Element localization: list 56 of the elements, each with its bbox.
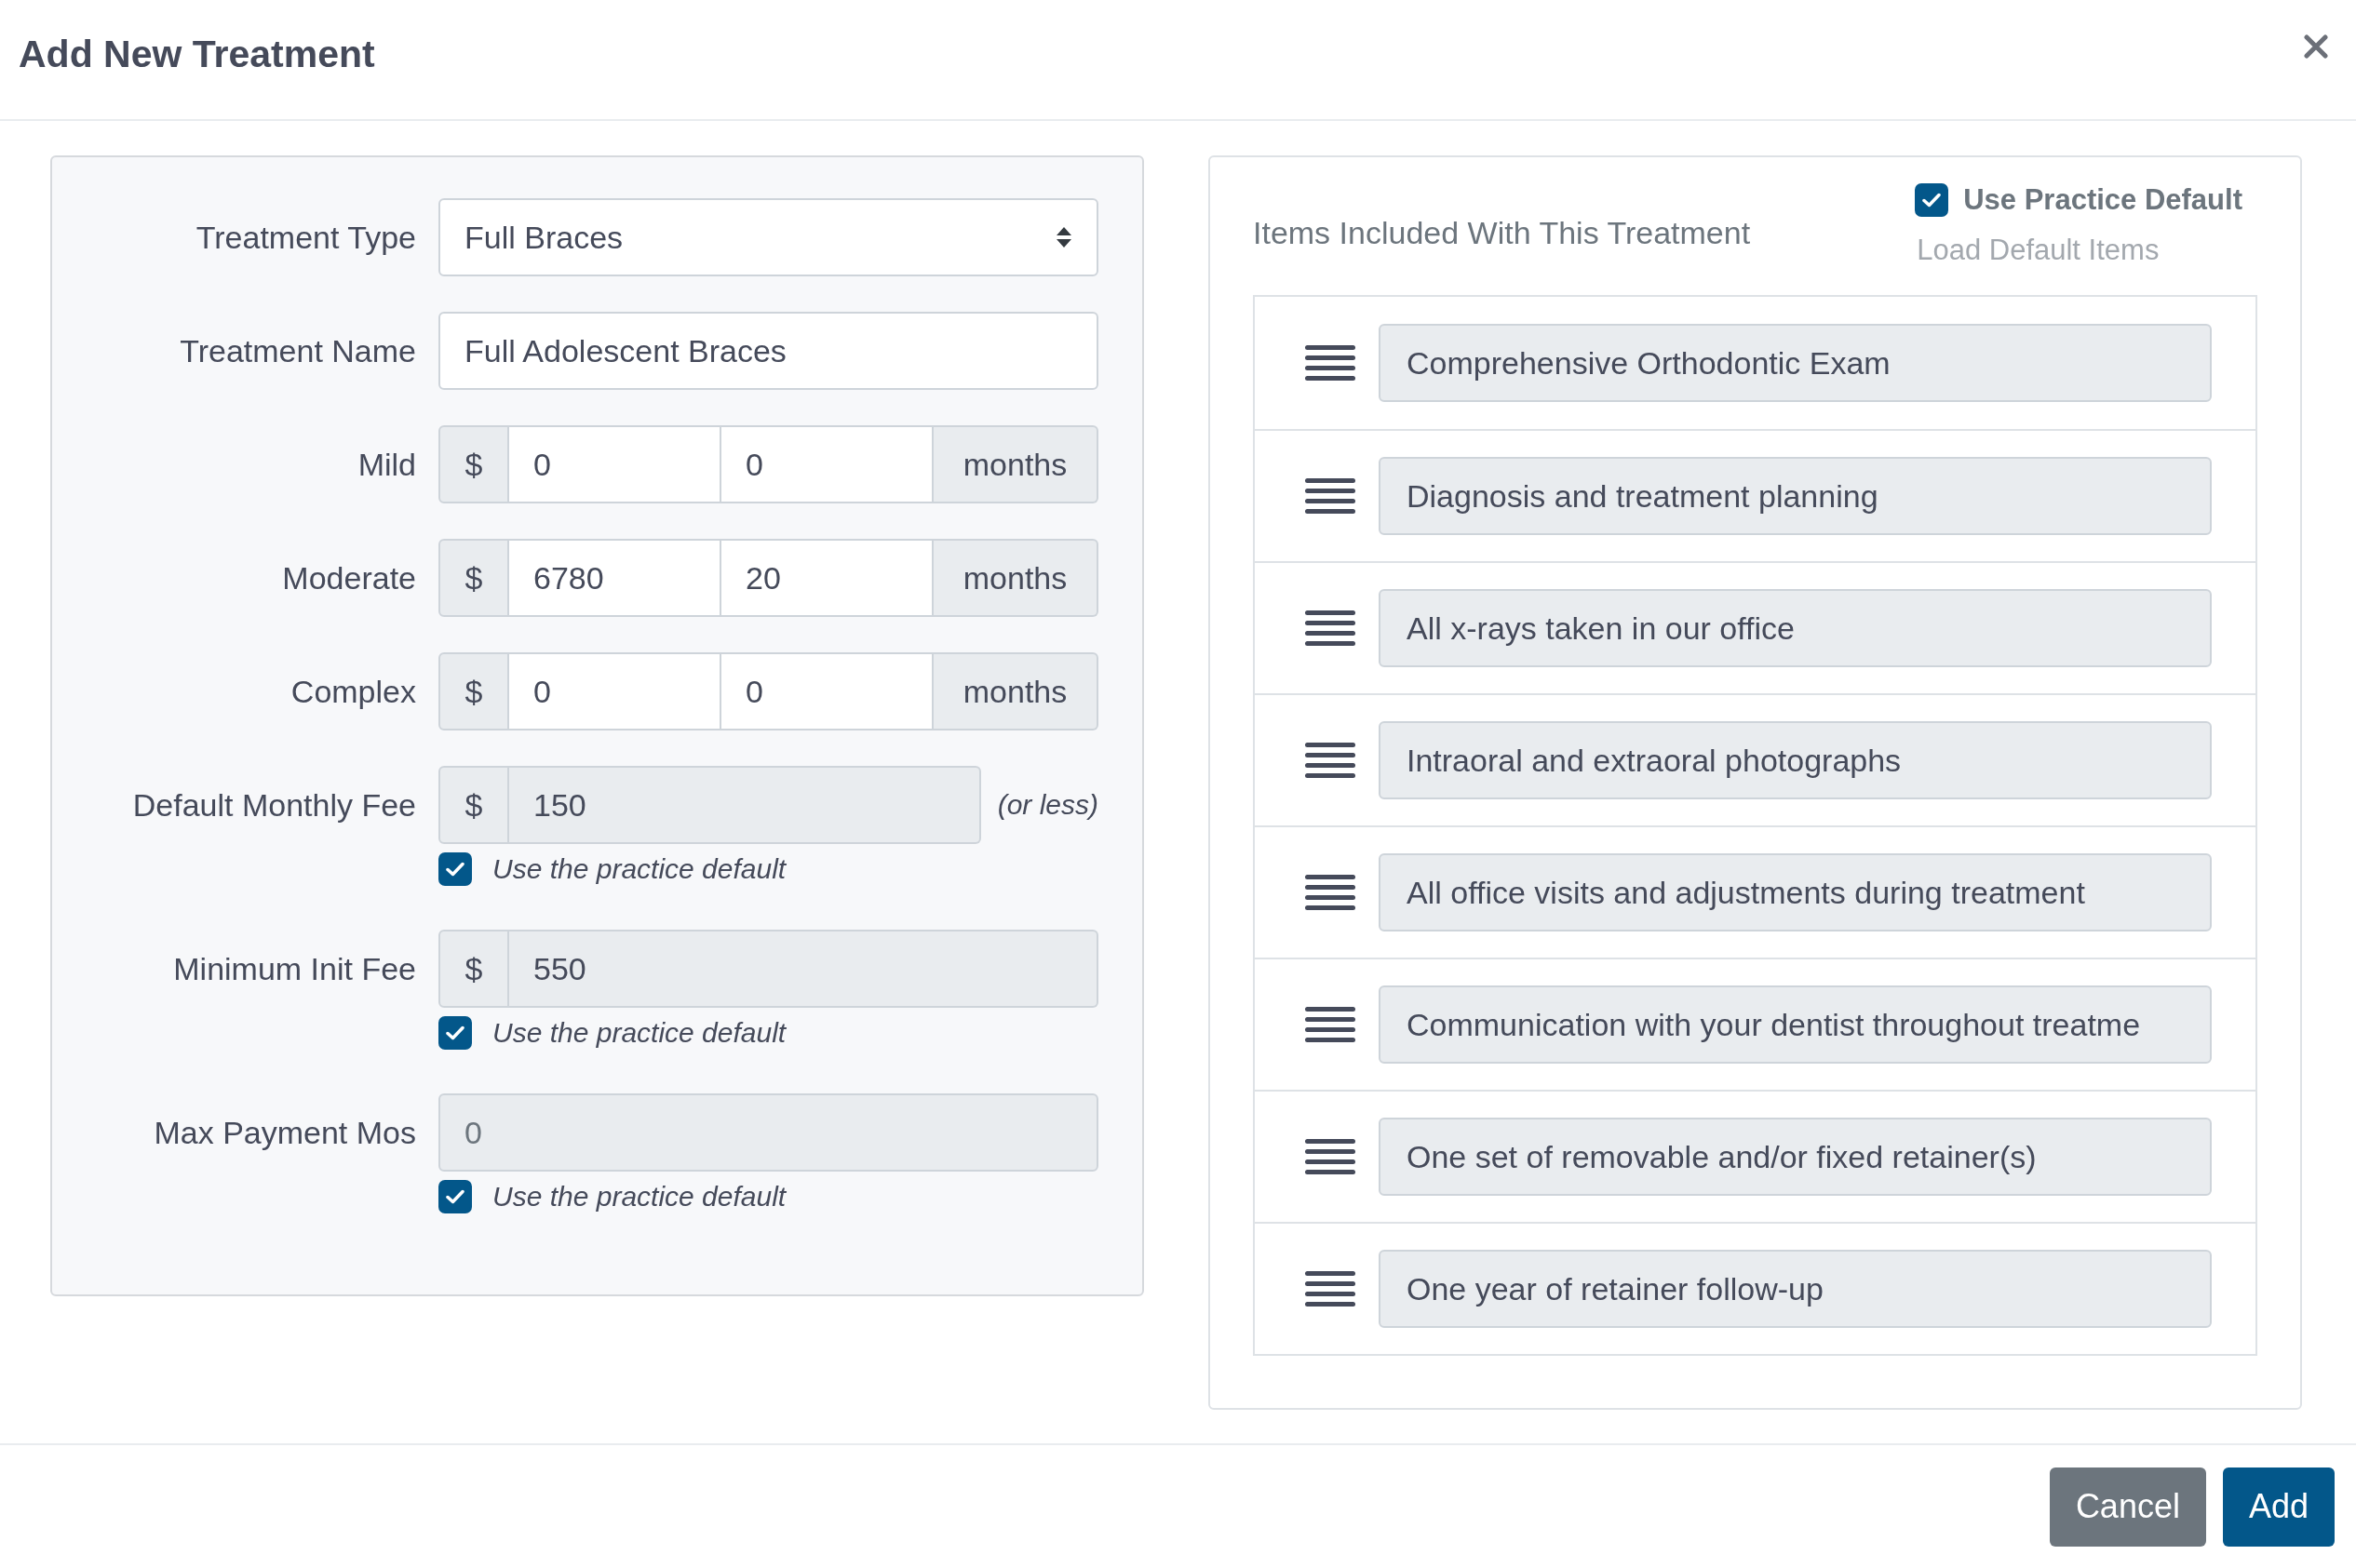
drag-handle-icon[interactable] bbox=[1304, 1005, 1356, 1044]
sort-caret-icon bbox=[1056, 226, 1072, 248]
item-field[interactable]: Diagnosis and treatment planning bbox=[1379, 457, 2212, 535]
drag-handle-icon[interactable] bbox=[1304, 1269, 1356, 1308]
amount-field[interactable]: 0 bbox=[509, 425, 721, 503]
drag-handle-icon[interactable] bbox=[1304, 476, 1356, 516]
months-field[interactable]: 0 bbox=[721, 425, 934, 503]
item-field[interactable]: One set of removable and/or fixed retainer(s) bbox=[1379, 1118, 2212, 1196]
field-label: Default Monthly Fee bbox=[131, 786, 416, 824]
drag-handle-icon[interactable] bbox=[1304, 873, 1356, 912]
checkmark-icon bbox=[446, 1025, 464, 1040]
currency-addon: $ bbox=[438, 539, 509, 617]
add-button[interactable]: Add bbox=[2222, 1467, 2335, 1547]
drag-handle-icon[interactable] bbox=[1304, 609, 1356, 648]
currency-addon: $ bbox=[438, 652, 509, 730]
checkmark-icon bbox=[1922, 193, 1942, 208]
field-label: Moderate bbox=[281, 559, 416, 597]
treatment-type-select[interactable]: Full Braces bbox=[438, 198, 1098, 276]
dialog-title: Add New Treatment bbox=[19, 32, 375, 76]
field-label: Mild bbox=[357, 446, 416, 484]
months-addon: months bbox=[934, 425, 1098, 503]
item-field[interactable]: Intraoral and extraoral photographs bbox=[1379, 721, 2212, 799]
field-label: Max Payment Mos bbox=[153, 1114, 416, 1152]
checkbox-label: Use the practice default bbox=[492, 853, 787, 885]
field-label: Minimum Init Fee bbox=[172, 950, 416, 988]
drag-handle-icon[interactable] bbox=[1304, 741, 1356, 780]
field-label: Complex bbox=[289, 673, 416, 711]
item-field[interactable]: One year of retainer follow-up bbox=[1379, 1250, 2212, 1328]
field-note: (or less) bbox=[997, 789, 1098, 821]
months-addon: months bbox=[934, 539, 1098, 617]
close-icon[interactable] bbox=[2304, 34, 2328, 59]
checkmark-icon bbox=[446, 1189, 464, 1204]
months-field[interactable]: 0 bbox=[721, 652, 934, 730]
text-field[interactable]: Full Adolescent Braces bbox=[438, 312, 1098, 390]
field-label: Treatment Type bbox=[195, 219, 416, 257]
checkbox[interactable] bbox=[1915, 183, 1949, 217]
months-addon: months bbox=[934, 652, 1098, 730]
months-field[interactable]: 20 bbox=[721, 539, 934, 617]
currency-addon: $ bbox=[438, 930, 509, 1008]
currency-addon: $ bbox=[438, 766, 509, 844]
checkbox-label: Use the practice default bbox=[492, 1017, 787, 1049]
checkbox-label: Use Practice Default bbox=[1963, 183, 2242, 217]
field-label: Treatment Name bbox=[179, 332, 416, 370]
item-field[interactable]: All office visits and adjustments during treatment bbox=[1379, 853, 2212, 931]
amount-field[interactable]: 6780 bbox=[509, 539, 721, 617]
item-field[interactable]: Communication with your dentist throughout treatme bbox=[1379, 985, 2212, 1064]
drag-handle-icon[interactable] bbox=[1304, 343, 1356, 382]
cancel-button[interactable]: Cancel bbox=[2049, 1467, 2206, 1547]
checkbox-label: Use the practice default bbox=[492, 1181, 787, 1213]
item-field[interactable]: Comprehensive Orthodontic Exam bbox=[1379, 324, 2212, 402]
panel-title: Items Included With This Treatment bbox=[1253, 215, 1751, 252]
currency-addon: $ bbox=[438, 425, 509, 503]
checkmark-icon bbox=[446, 862, 464, 877]
item-field[interactable]: All x-rays taken in our office bbox=[1379, 589, 2212, 667]
drag-handle-icon[interactable] bbox=[1304, 1137, 1356, 1176]
amount-field[interactable]: 0 bbox=[509, 652, 721, 730]
